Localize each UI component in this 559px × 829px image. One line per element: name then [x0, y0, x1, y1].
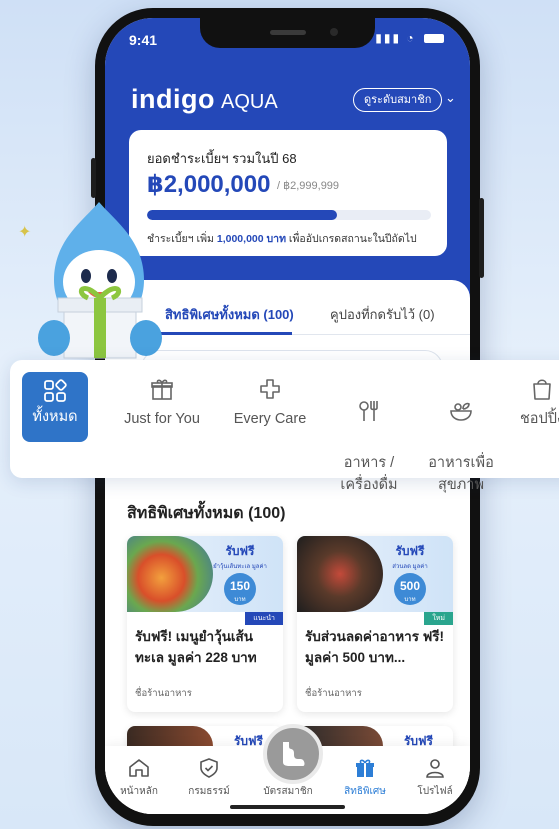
grid-icon	[44, 379, 67, 402]
tab-all-privileges[interactable]: สิทธิพิเศษทั้งหมด (100)	[165, 304, 294, 325]
app-logo-icon	[283, 742, 305, 766]
mascot-illustration	[38, 202, 162, 359]
utensils-icon	[359, 401, 378, 421]
signal-icon: ▮▮▮	[375, 31, 402, 45]
care-icon	[260, 379, 280, 399]
gift-icon	[356, 759, 374, 777]
upgrade-note: ชำระเบี้ยฯ เพิ่ม 1,000,000 บาท เพื่ออัปเ…	[147, 233, 417, 245]
view-tier-button[interactable]: ดูระดับสมาชิก	[353, 88, 443, 112]
deal-title: รับฟรี! เมนูยำวุ้นเส้นทะเล มูลค่า 228 บา…	[135, 629, 257, 665]
gift-icon	[151, 379, 173, 400]
battery-icon	[424, 34, 444, 44]
nav-privileges[interactable]: สิทธิพิเศษ	[333, 756, 397, 799]
deal-image: รับฟรี ยำวุ้นเส้นทะเล มูลค่า 150 บาท	[127, 536, 283, 612]
spend-target: / ฿2,999,999	[277, 180, 340, 192]
spend-amount: ฿2,000,000	[147, 171, 271, 198]
deal-image: รับฟรี ส่วนลด มูลค่า 500 บาท	[297, 536, 453, 612]
power-button	[479, 198, 484, 278]
salad-bowl-icon	[450, 402, 472, 421]
spend-title: ยอดชำระเบี้ยฯ รวมในปี 68	[147, 151, 297, 166]
category-shopping[interactable]: ชอปปิ้ง	[512, 370, 559, 430]
status-time: 9:41	[129, 32, 158, 48]
recommended-ribbon: แนะนำ	[245, 612, 283, 625]
deal-title: รับส่วนลดค่าอาหาร ฟรี! มูลค่า 500 บาท...	[305, 629, 444, 665]
wifi-icon: ◔	[406, 31, 416, 45]
new-ribbon: ใหม่	[424, 612, 453, 625]
premium-summary-card: ยอดชำระเบี้ยฯ รวมในปี 68 ฿2,000,000 / ฿2…	[129, 130, 447, 256]
member-card-button[interactable]	[263, 724, 323, 784]
category-food-drink[interactable]: อาหาร / เครื่องดื่ม	[328, 370, 410, 518]
spend-progress-fill	[147, 210, 338, 220]
spend-progress-bar	[147, 210, 431, 220]
nav-profile[interactable]: โปรไฟล์	[403, 756, 467, 799]
nav-home[interactable]: หน้าหลัก	[107, 756, 171, 799]
nav-policy[interactable]: กรมธรรม์	[177, 756, 241, 799]
category-all[interactable]: ทั้งหมด	[22, 372, 88, 442]
section-title: สิทธิพิเศษทั้งหมด (100)	[127, 505, 286, 522]
chevron-down-icon[interactable]: ⌄	[445, 90, 456, 106]
home-icon	[129, 759, 149, 777]
brand-logo: indigo AQUA	[131, 84, 278, 114]
home-indicator	[230, 805, 345, 809]
status-icons: ▮▮▮ ◔	[375, 31, 444, 45]
food-image	[297, 536, 383, 612]
shield-icon	[200, 758, 218, 778]
promo-badge: รับฟรี ยำวุ้นเส้นทะเล มูลค่า 150 บาท	[213, 544, 267, 605]
shopping-bag-icon	[533, 379, 551, 400]
category-strip: ทั้งหมด Just for You Every Care อาหาร / …	[10, 360, 559, 493]
deal-shop: ชื่อร้านอาหาร	[305, 688, 362, 699]
notch	[200, 18, 375, 48]
category-healthy-food[interactable]: อาหารเพื่อ สุขภาพ	[420, 370, 502, 518]
tab-my-coupons[interactable]: คูปองที่กดรับไว้ (0)	[330, 304, 435, 325]
deal-card[interactable]: รับฟรี ยำวุ้นเส้นทะเล มูลค่า 150 บาท แนะน…	[127, 536, 283, 712]
category-every-care[interactable]: Every Care	[225, 370, 315, 430]
deal-shop: ชื่อร้านอาหาร	[135, 688, 192, 699]
category-just-for-you[interactable]: Just for You	[114, 370, 210, 430]
food-image	[127, 536, 213, 612]
deal-card[interactable]: รับฟรี ส่วนลด มูลค่า 500 บาท ใหม่ รับส่วน…	[297, 536, 453, 712]
volume-button	[91, 158, 96, 198]
profile-icon	[426, 759, 444, 778]
promo-badge: รับฟรี ส่วนลด มูลค่า 500 บาท	[392, 544, 428, 605]
